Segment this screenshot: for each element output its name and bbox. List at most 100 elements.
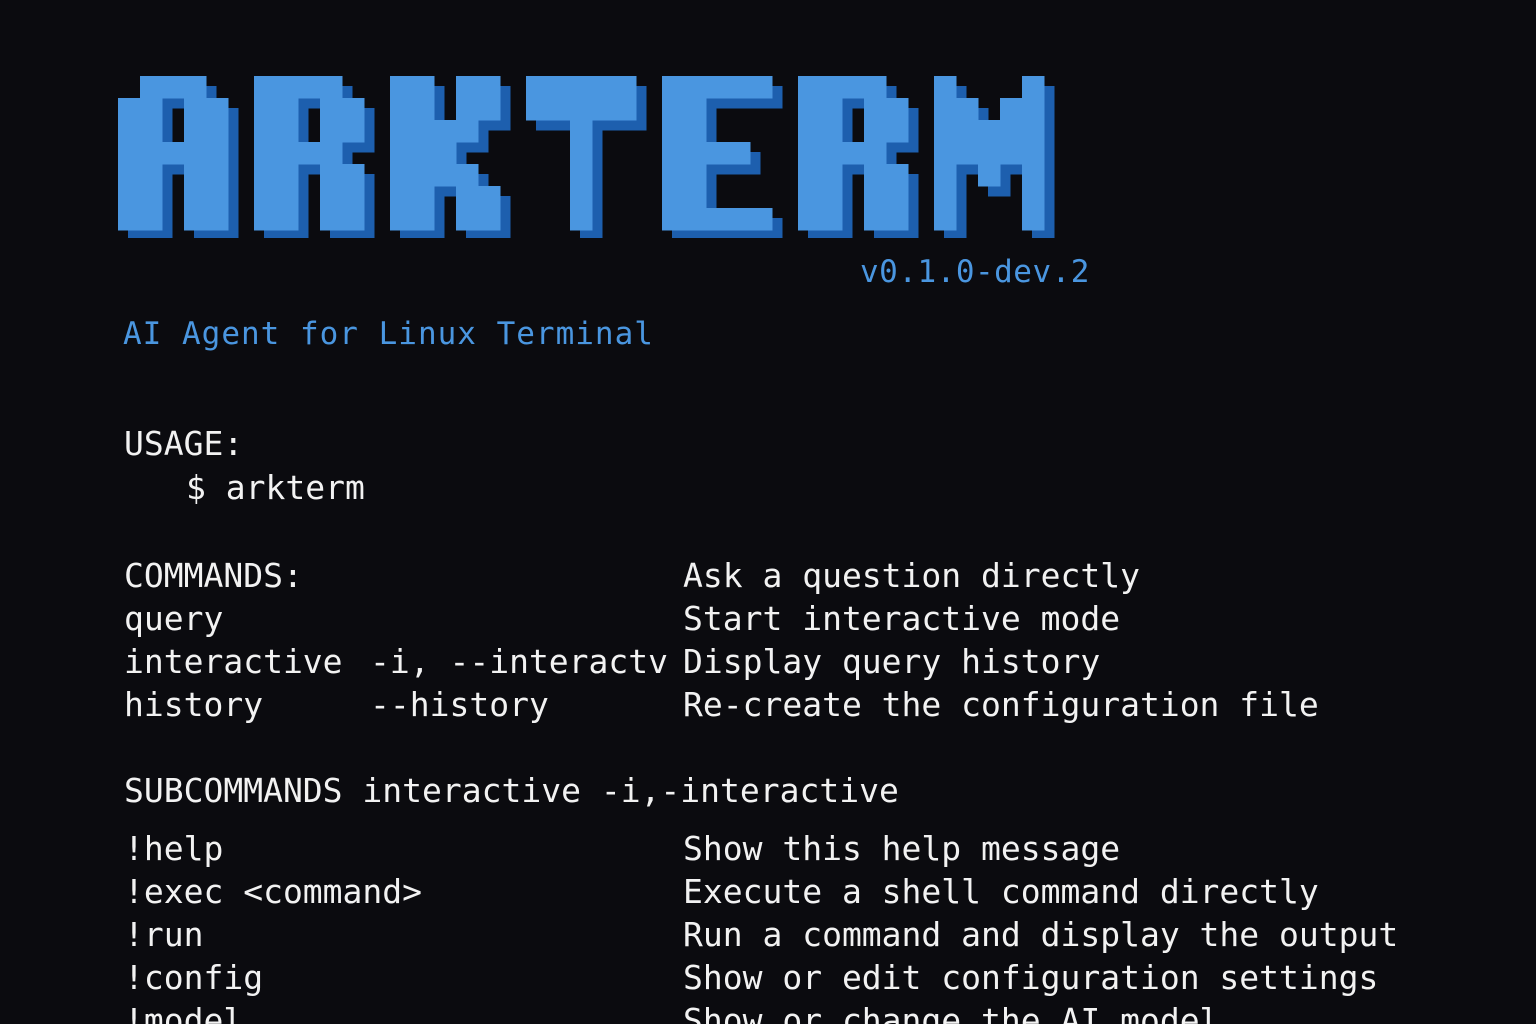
usage-command: $ arkterm [186, 468, 365, 507]
logo-letter-pixel [684, 120, 707, 143]
logo-letter-pixel [118, 164, 141, 187]
logo-letter-pixel [140, 208, 163, 231]
logo-letter-pixel [412, 208, 435, 231]
logo-letter-pixel [934, 208, 957, 231]
logo-letter-pixel [118, 208, 141, 231]
logo-letter-pixel [798, 208, 821, 231]
logo-letter-pixel [706, 142, 729, 165]
logo-letter-pixel [662, 142, 685, 165]
logo-letter-pixel [456, 98, 479, 121]
logo-letter-pixel [276, 76, 299, 99]
logo-letter-pixel [592, 76, 615, 99]
logo-letter-pixel [728, 142, 751, 165]
logo-letter-pixel [456, 76, 479, 99]
logo-letter-pixel [412, 142, 435, 165]
logo-letter-pixel [184, 98, 207, 121]
logo-letter-pixel [570, 142, 593, 165]
logo-letter-pixel [886, 98, 909, 121]
logo-letter-pixel [864, 164, 887, 187]
logo-letter-pixel [956, 142, 979, 165]
logo-letter-pixel [320, 120, 343, 143]
logo-letter-pixel [570, 164, 593, 187]
logo-letter-pixel [592, 98, 615, 121]
logo-letter-pixel [206, 120, 229, 143]
logo-letter-pixel [434, 164, 457, 187]
logo-letter-pixel [206, 98, 229, 121]
logo-letter-pixel [478, 76, 501, 99]
logo-letter-pixel [728, 208, 751, 231]
logo-letter-pixel [276, 164, 299, 187]
logo-letter-pixel [118, 98, 141, 121]
logo-letter-pixel [478, 98, 501, 121]
logo-letter-pixel [118, 142, 141, 165]
subcommand-desc: Show or edit configuration settings [683, 958, 1379, 997]
logo-letter-pixel [1022, 186, 1045, 209]
subcommand-name: !run [124, 915, 204, 954]
logo-letter-pixel [798, 186, 821, 209]
logo-letter-pixel [1022, 120, 1045, 143]
logo-letter-pixel [706, 208, 729, 231]
logo-letter-pixel [684, 164, 707, 187]
logo-letter-pixel [412, 120, 435, 143]
logo-letter-pixel [254, 164, 277, 187]
logo-block-letters [118, 76, 1055, 238]
command-name: interactive [124, 642, 343, 681]
logo-letter-pixel [140, 120, 163, 143]
logo-letter-pixel [728, 76, 751, 99]
logo-letter-pixel [254, 120, 277, 143]
logo-letter-pixel [456, 164, 479, 187]
logo-letter-pixel [254, 208, 277, 231]
logo-letter-pixel [254, 98, 277, 121]
logo-letter-pixel [320, 142, 343, 165]
logo-letter-pixel [320, 164, 343, 187]
logo-letter-pixel [864, 186, 887, 209]
logo-letter-pixel [570, 208, 593, 231]
subcommand-desc: Show this help message [683, 829, 1121, 868]
command-desc: Start interactive mode [683, 599, 1121, 638]
logo-letter-pixel [184, 186, 207, 209]
logo-letter-pixel [118, 120, 141, 143]
logo-letter-pixel [934, 98, 957, 121]
logo-letter-pixel [390, 98, 413, 121]
logo-letter-pixel [1022, 98, 1045, 121]
logo-letter-pixel [864, 76, 887, 99]
logo-letter-pixel [412, 76, 435, 99]
logo-letter-pixel [798, 98, 821, 121]
logo-letter-pixel [254, 186, 277, 209]
logo-letter-pixel [412, 186, 435, 209]
logo-letter-pixel [798, 120, 821, 143]
logo-letter-pixel [864, 208, 887, 231]
subcommand-name: !help [124, 829, 224, 868]
logo-letter-pixel [184, 164, 207, 187]
logo-letter-pixel [276, 186, 299, 209]
logo-letter-pixel [412, 164, 435, 187]
logo-letter-pixel [570, 186, 593, 209]
logo-letter-pixel [320, 98, 343, 121]
logo-letter-pixel [342, 164, 365, 187]
logo-letter-pixel [978, 142, 1001, 165]
subcommand-desc: Execute a shell command directly [683, 872, 1319, 911]
logo-letter-pixel [820, 186, 843, 209]
logo-letter-pixel [934, 186, 957, 209]
logo-letter-pixel [570, 120, 593, 143]
subcommand-desc: Show or change the AI model [683, 1001, 1220, 1024]
logo-letter-pixel [886, 120, 909, 143]
version-label: v0.1.0-dev.2 [860, 254, 1090, 290]
logo-letter-pixel [820, 120, 843, 143]
logo-letter-pixel [662, 208, 685, 231]
logo-letter-pixel [1022, 76, 1045, 99]
logo-letter-pixel [886, 186, 909, 209]
arkterm-logo [118, 76, 1088, 238]
logo-letter-pixel [662, 186, 685, 209]
logo-letter-pixel [864, 142, 887, 165]
logo-letter-pixel [684, 76, 707, 99]
logo-letter-pixel [614, 76, 637, 99]
logo-letter-pixel [1000, 98, 1023, 121]
logo-letter-pixel [390, 186, 413, 209]
logo-letter-pixel [820, 98, 843, 121]
command-flags: -i, --interactv [370, 642, 669, 681]
logo-letter-pixel [1022, 142, 1045, 165]
logo-letter-pixel [886, 208, 909, 231]
logo-letter-pixel [570, 98, 593, 121]
logo-letter-pixel [614, 98, 637, 121]
